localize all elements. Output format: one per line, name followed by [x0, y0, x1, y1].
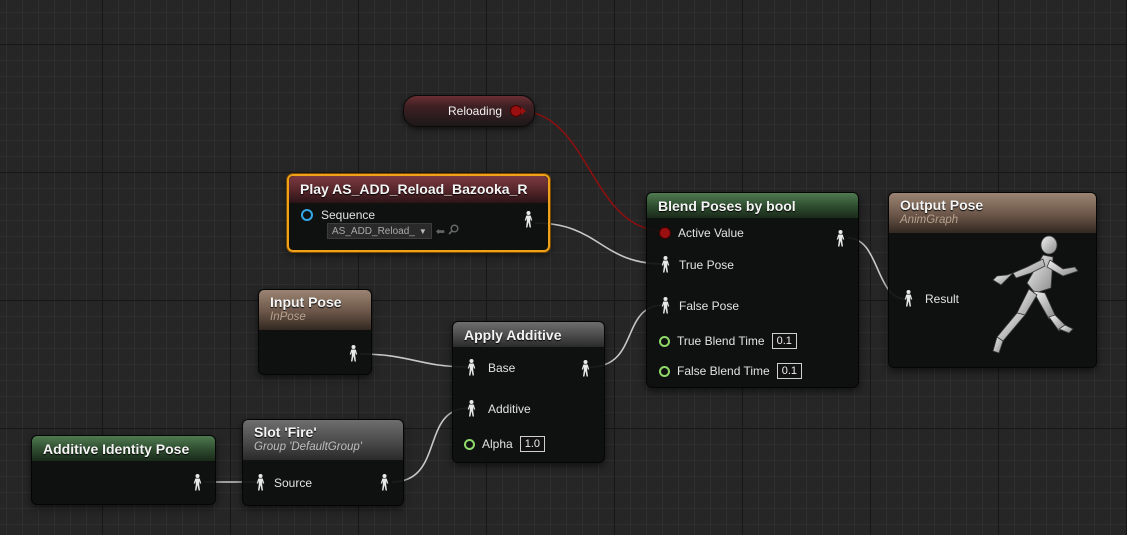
- blend-output-pose-pin[interactable]: [836, 230, 845, 247]
- false-blend-time-pin[interactable]: [659, 365, 670, 377]
- source-pin[interactable]: [256, 474, 265, 491]
- result-pin[interactable]: [904, 290, 913, 307]
- slot-fire-node[interactable]: Slot 'Fire' Group 'DefaultGroup' Source: [242, 419, 404, 506]
- alpha-label: Alpha: [482, 437, 513, 451]
- true-blend-time-field[interactable]: 0.1: [771, 333, 797, 349]
- input-pose-title: Input Pose: [270, 294, 342, 310]
- additive-row: Additive: [467, 400, 531, 417]
- additive-pin[interactable]: [467, 400, 476, 417]
- input-pose-header: Input Pose InPose: [259, 290, 371, 330]
- alpha-pin[interactable]: [464, 438, 475, 450]
- reloading-variable-node[interactable]: Reloading: [403, 95, 535, 127]
- output-pose-node[interactable]: Output Pose AnimGraph Result: [888, 192, 1097, 368]
- play-node-title: Play AS_ADD_Reload_Bazooka_R: [289, 176, 548, 203]
- slot-title: Slot 'Fire': [254, 424, 317, 440]
- false-blend-time-row: False Blend Time 0.1: [659, 363, 803, 379]
- input-pose-node[interactable]: Input Pose InPose: [258, 289, 372, 375]
- base-pin[interactable]: [467, 359, 476, 376]
- base-label: Base: [488, 360, 516, 375]
- sequence-asset-value: AS_ADD_Reload_: [332, 225, 415, 237]
- false-pose-row: False Pose: [661, 297, 739, 314]
- search-icon[interactable]: [448, 224, 459, 238]
- output-node-header: Output Pose AnimGraph: [889, 193, 1096, 233]
- true-pose-label: True Pose: [679, 257, 734, 272]
- wire-play-to-true-pose[interactable]: [534, 222, 665, 265]
- false-blend-time-field[interactable]: 0.1: [776, 363, 803, 379]
- blend-node-title: Blend Poses by bool: [647, 193, 858, 218]
- sequence-pin-icon[interactable]: [301, 209, 313, 221]
- source-row: Source: [256, 474, 312, 491]
- play-output-pose-pin[interactable]: [524, 211, 533, 228]
- true-blend-time-row: True Blend Time 0.1: [659, 333, 797, 349]
- pin-arrow-icon: [521, 107, 526, 115]
- sequence-asset-dropdown[interactable]: AS_ADD_Reload_ ▼: [327, 223, 432, 239]
- true-blend-time-pin[interactable]: [659, 335, 670, 347]
- reloading-label: Reloading: [448, 104, 503, 118]
- blend-poses-node[interactable]: Blend Poses by bool Active Value True Po…: [646, 192, 859, 388]
- sequence-label: Sequence: [321, 208, 376, 222]
- active-value-label: Active Value: [678, 226, 744, 240]
- true-blend-time-label: True Blend Time: [677, 334, 765, 348]
- running-mannequin-icon: [983, 233, 1091, 366]
- false-pose-pin[interactable]: [661, 297, 670, 314]
- input-pose-output-pin[interactable]: [349, 345, 358, 362]
- chevron-down-icon: ▼: [418, 226, 427, 236]
- apply-additive-node[interactable]: Apply Additive Base Additive Alpha 1.0: [452, 321, 605, 463]
- play-sequence-node[interactable]: Play AS_ADD_Reload_Bazooka_R Sequence AS…: [287, 174, 550, 252]
- base-row: Base: [467, 359, 515, 376]
- result-label: Result: [925, 291, 960, 306]
- source-label: Source: [274, 475, 313, 490]
- reloading-output-pin[interactable]: [511, 106, 521, 116]
- false-pose-label: False Pose: [679, 298, 740, 313]
- true-pose-row: True Pose: [661, 256, 734, 273]
- false-blend-time-label: False Blend Time: [677, 364, 770, 378]
- slot-subtitle: Group 'DefaultGroup': [254, 441, 362, 453]
- active-value-pin[interactable]: [660, 228, 670, 238]
- additive-label: Additive: [488, 401, 531, 416]
- input-pose-subtitle: InPose: [270, 311, 306, 323]
- alpha-row: Alpha 1.0: [464, 436, 545, 452]
- active-value-row: Active Value: [660, 226, 744, 240]
- identity-output-pose-pin[interactable]: [193, 474, 202, 491]
- true-pose-pin[interactable]: [661, 256, 670, 273]
- output-node-title: Output Pose: [900, 197, 984, 213]
- additive-identity-pose-node[interactable]: Additive Identity Pose: [31, 435, 216, 505]
- additive-identity-title: Additive Identity Pose: [32, 436, 215, 461]
- apply-additive-output-pin[interactable]: [581, 360, 590, 377]
- apply-additive-title: Apply Additive: [453, 322, 604, 347]
- result-row: Result: [904, 290, 959, 307]
- slot-header: Slot 'Fire' Group 'DefaultGroup': [243, 420, 403, 460]
- output-node-subtitle: AnimGraph: [900, 214, 959, 226]
- sequence-row: Sequence: [301, 208, 375, 222]
- arrow-left-icon[interactable]: ⬅: [436, 225, 445, 238]
- slot-output-pose-pin[interactable]: [380, 474, 389, 491]
- alpha-field[interactable]: 1.0: [519, 436, 545, 452]
- sequence-asset-row: AS_ADD_Reload_ ▼ ⬅: [327, 223, 459, 239]
